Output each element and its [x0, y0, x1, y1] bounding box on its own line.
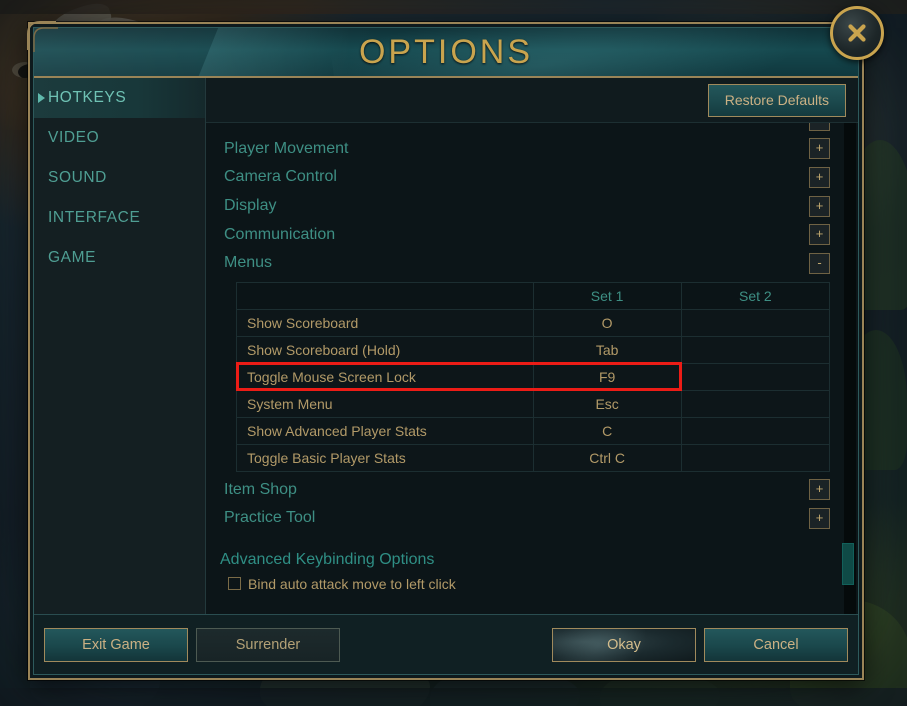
page-title: OPTIONS [358, 32, 534, 71]
table-row[interactable]: Toggle Basic Player Stats Ctrl C [236, 443, 831, 472]
hotkey-set1[interactable]: Esc [532, 389, 682, 418]
collapse-button-menus[interactable]: - [809, 252, 830, 274]
hotkey-name: System Menu [236, 389, 534, 418]
category-label: Communication [224, 225, 336, 243]
hotkey-set1[interactable]: O [532, 308, 682, 337]
surrender-label: Surrender [235, 636, 301, 653]
expand-button-player-movement[interactable]: + [809, 138, 830, 160]
restore-defaults-label: Restore Defaults [724, 92, 829, 108]
category-label: Menus [224, 254, 273, 272]
expand-button-camera-control[interactable]: + [809, 166, 830, 188]
options-dialog: OPTIONS HOTKEYS VIDEO SOUND INTERFACE GA… [27, 6, 884, 680]
expand-button-item-shop[interactable]: + [809, 479, 830, 501]
okay-label: Okay [607, 636, 641, 653]
close-button[interactable] [830, 6, 884, 60]
expand-button-display[interactable]: + [809, 195, 830, 217]
sidebar-item-video[interactable]: VIDEO [34, 118, 205, 158]
sidebar-item-label: GAME [48, 249, 97, 266]
hotkey-set1[interactable]: Tab [532, 335, 682, 364]
surrender-button[interactable]: Surrender [196, 627, 340, 662]
hotkey-name: Show Scoreboard [236, 308, 534, 337]
column-header-action [236, 281, 534, 310]
hotkey-set2[interactable] [680, 335, 831, 364]
hotkey-set1[interactable]: Ctrl C [532, 443, 682, 472]
sidebar-item-label: HOTKEYS [48, 89, 127, 106]
content-toolbar: Restore Defaults [206, 78, 858, 123]
hotkey-set2[interactable] [680, 443, 831, 472]
checkbox-label: Bind auto attack move to left click [248, 575, 456, 592]
category-row-player-movement[interactable]: Player Movement + [206, 135, 842, 164]
expand-button-communication[interactable]: + [809, 224, 830, 246]
column-header-set1: Set 1 [532, 281, 682, 310]
checkbox-bind-auto-attack[interactable] [228, 577, 241, 591]
table-row[interactable]: Show Scoreboard (Hold) Tab [236, 335, 831, 364]
sidebar-item-label: SOUND [48, 169, 107, 186]
hotkeys-scroll-area: + Player Movement + Camera Control + [206, 123, 858, 614]
dialog-titlebar: OPTIONS [34, 28, 858, 78]
exit-game-label: Exit Game [82, 636, 150, 653]
expand-button[interactable]: + [809, 123, 830, 131]
scrollbar-thumb[interactable] [842, 543, 854, 585]
sidebar-item-game[interactable]: GAME [34, 238, 205, 278]
hotkey-set2[interactable] [680, 416, 831, 445]
hotkey-set2[interactable] [680, 308, 831, 337]
table-row[interactable]: System Menu Esc [236, 389, 831, 418]
sidebar-item-sound[interactable]: SOUND [34, 158, 205, 198]
table-row[interactable]: Show Scoreboard O [236, 308, 831, 337]
exit-game-button[interactable]: Exit Game [44, 627, 188, 662]
category-label: Practice Tool [224, 509, 316, 527]
sidebar-item-interface[interactable]: INTERFACE [34, 198, 205, 238]
expand-button-practice-tool[interactable]: + [809, 507, 830, 529]
hotkey-set1[interactable]: F9 [532, 362, 682, 391]
table-row[interactable]: Show Advanced Player Stats C [236, 416, 831, 445]
category-row-menus[interactable]: Menus - [206, 249, 842, 278]
cancel-button[interactable]: Cancel [704, 627, 848, 662]
category-row-display[interactable]: Display + [206, 192, 842, 221]
sidebar-item-label: INTERFACE [48, 209, 141, 226]
category-row-partial[interactable]: + [206, 123, 842, 135]
category-label: Display [224, 197, 277, 215]
category-row-communication[interactable]: Communication + [206, 220, 842, 249]
sidebar-item-label: VIDEO [48, 129, 100, 146]
sidebar-nav: HOTKEYS VIDEO SOUND INTERFACE GAME [34, 78, 206, 614]
advanced-checkbox-row[interactable]: Bind auto attack move to left click [206, 569, 842, 592]
category-label: Camera Control [224, 168, 337, 186]
hotkey-set2[interactable] [680, 362, 831, 391]
close-x-icon [848, 24, 866, 42]
category-label: Player Movement [224, 139, 349, 157]
advanced-keybinding-title: Advanced Keybinding Options [220, 550, 435, 568]
hotkey-name: Show Scoreboard (Hold) [236, 335, 534, 364]
hotkey-name: Toggle Basic Player Stats [236, 443, 534, 472]
hotkey-set1[interactable]: C [532, 416, 682, 445]
category-row-camera-control[interactable]: Camera Control + [206, 163, 842, 192]
chevron-right-icon [38, 93, 45, 103]
column-header-set2: Set 2 [680, 281, 831, 310]
cancel-label: Cancel [753, 636, 799, 653]
category-row-item-shop[interactable]: Item Shop + [206, 476, 842, 505]
scrollbar-track[interactable] [842, 123, 856, 614]
table-row-highlighted[interactable]: Toggle Mouse Screen Lock F9 [236, 362, 831, 391]
hotkey-set2[interactable] [680, 389, 831, 418]
okay-button[interactable]: Okay [552, 627, 696, 662]
sidebar-item-hotkeys[interactable]: HOTKEYS [34, 78, 205, 118]
hotkey-name: Toggle Mouse Screen Lock [236, 362, 534, 391]
hotkey-name: Show Advanced Player Stats [236, 416, 534, 445]
restore-defaults-button[interactable]: Restore Defaults [707, 83, 846, 117]
hotkey-table: Set 1 Set 2 Show Scoreboard O Show Score… [236, 281, 831, 472]
section-divider [206, 533, 842, 551]
dialog-footer: Exit Game Surrender Okay Cancel [34, 614, 858, 674]
category-label: Item Shop [224, 480, 297, 498]
category-row-practice-tool[interactable]: Practice Tool + [206, 504, 842, 533]
table-header-row: Set 1 Set 2 [236, 281, 831, 310]
